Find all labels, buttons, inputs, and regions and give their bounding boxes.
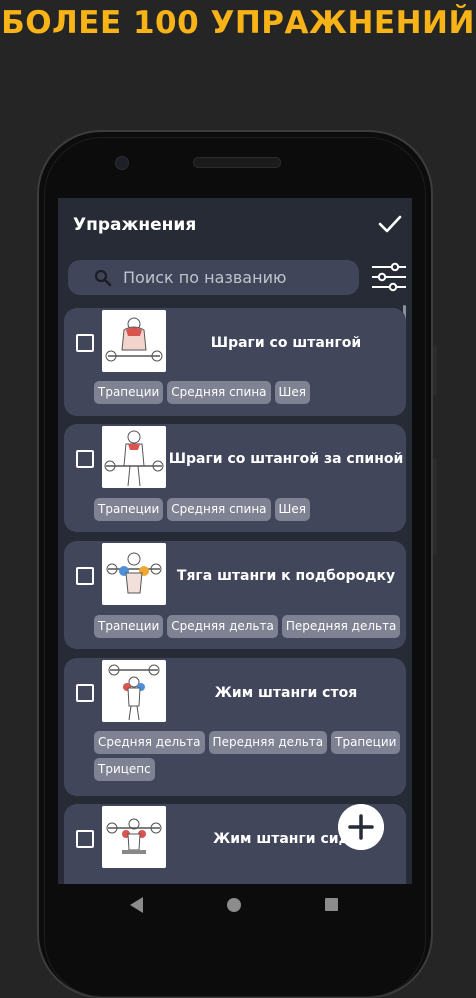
exercise-thumbnail bbox=[102, 660, 166, 722]
exercise-thumbnail bbox=[102, 310, 166, 372]
muscle-tags: Трапеции Средняя спина Шея bbox=[94, 498, 404, 521]
muscle-tag: Средняя дельта bbox=[167, 615, 278, 638]
system-nav-bar bbox=[96, 895, 376, 915]
check-icon[interactable] bbox=[378, 212, 402, 236]
sliders-icon[interactable] bbox=[371, 262, 407, 292]
checkbox-icon[interactable] bbox=[76, 450, 94, 468]
muscle-tags: Трапеции Средняя спина Шея bbox=[94, 381, 404, 404]
checkbox-icon[interactable] bbox=[76, 830, 94, 848]
exercise-card[interactable]: Шраги со штангой за спиной Трапеции Сред… bbox=[64, 424, 406, 532]
promo-banner-title: БОЛЕЕ 100 УПРАЖНЕНИЙ bbox=[1, 5, 475, 41]
app-screen: Упражнения Поиск по названию Шраги со шт… bbox=[58, 198, 412, 884]
home-icon[interactable] bbox=[227, 898, 241, 912]
muscle-tag: Передняя дельта bbox=[208, 731, 328, 754]
checkbox-icon[interactable] bbox=[76, 684, 94, 702]
back-icon[interactable] bbox=[130, 897, 143, 913]
muscle-tag: Средняя спина bbox=[167, 381, 271, 404]
muscle-tags: Трапеции Средняя дельта Передняя дельта bbox=[94, 615, 404, 638]
exercise-card[interactable]: Шраги со штангой Трапеции Средняя спина … bbox=[64, 308, 406, 416]
add-exercise-button[interactable] bbox=[338, 804, 384, 850]
search-icon bbox=[94, 269, 112, 287]
muscle-tag: Трицепс bbox=[94, 758, 155, 781]
exercise-name: Жим штанги стоя bbox=[214, 685, 358, 701]
exercise-name: Шраги со штангой за спиной bbox=[168, 451, 404, 467]
exercise-thumbnail bbox=[102, 543, 166, 605]
muscle-tag: Трапеции bbox=[94, 615, 164, 638]
earpiece-speaker bbox=[193, 157, 281, 168]
muscle-tag: Трапеции bbox=[94, 381, 164, 404]
muscle-tag: Трапеции bbox=[331, 731, 401, 754]
checkbox-icon[interactable] bbox=[76, 334, 94, 352]
muscle-tag: Средняя спина bbox=[167, 498, 271, 521]
exercise-card[interactable]: Жим штанги стоя Средняя дельта Передняя … bbox=[64, 658, 406, 796]
muscle-tag: Передняя дельта bbox=[281, 615, 401, 638]
power-button bbox=[433, 458, 437, 554]
muscle-tag: Шея bbox=[274, 381, 310, 404]
muscle-tags: Средняя дельта Передняя дельта Трапеции … bbox=[94, 731, 404, 781]
exercise-name: Шраги со штангой bbox=[210, 335, 362, 351]
search-input[interactable]: Поиск по названию bbox=[68, 260, 359, 295]
exercise-thumbnail bbox=[102, 806, 166, 868]
search-placeholder: Поиск по названию bbox=[123, 268, 287, 287]
exercise-thumbnail bbox=[102, 426, 166, 488]
page-title: Упражнения bbox=[73, 215, 197, 235]
checkbox-icon[interactable] bbox=[76, 567, 94, 585]
muscle-tag: Шея bbox=[274, 498, 310, 521]
front-camera bbox=[115, 156, 129, 170]
muscle-tag: Трапеции bbox=[94, 498, 164, 521]
recent-apps-icon[interactable] bbox=[325, 898, 338, 911]
exercise-card[interactable]: Тяга штанги к подбородку Трапеции Средня… bbox=[64, 541, 406, 649]
exercise-name: Тяга штанги к подбородку bbox=[176, 568, 396, 584]
muscle-tag: Средняя дельта bbox=[94, 731, 205, 754]
volume-button bbox=[433, 345, 437, 395]
